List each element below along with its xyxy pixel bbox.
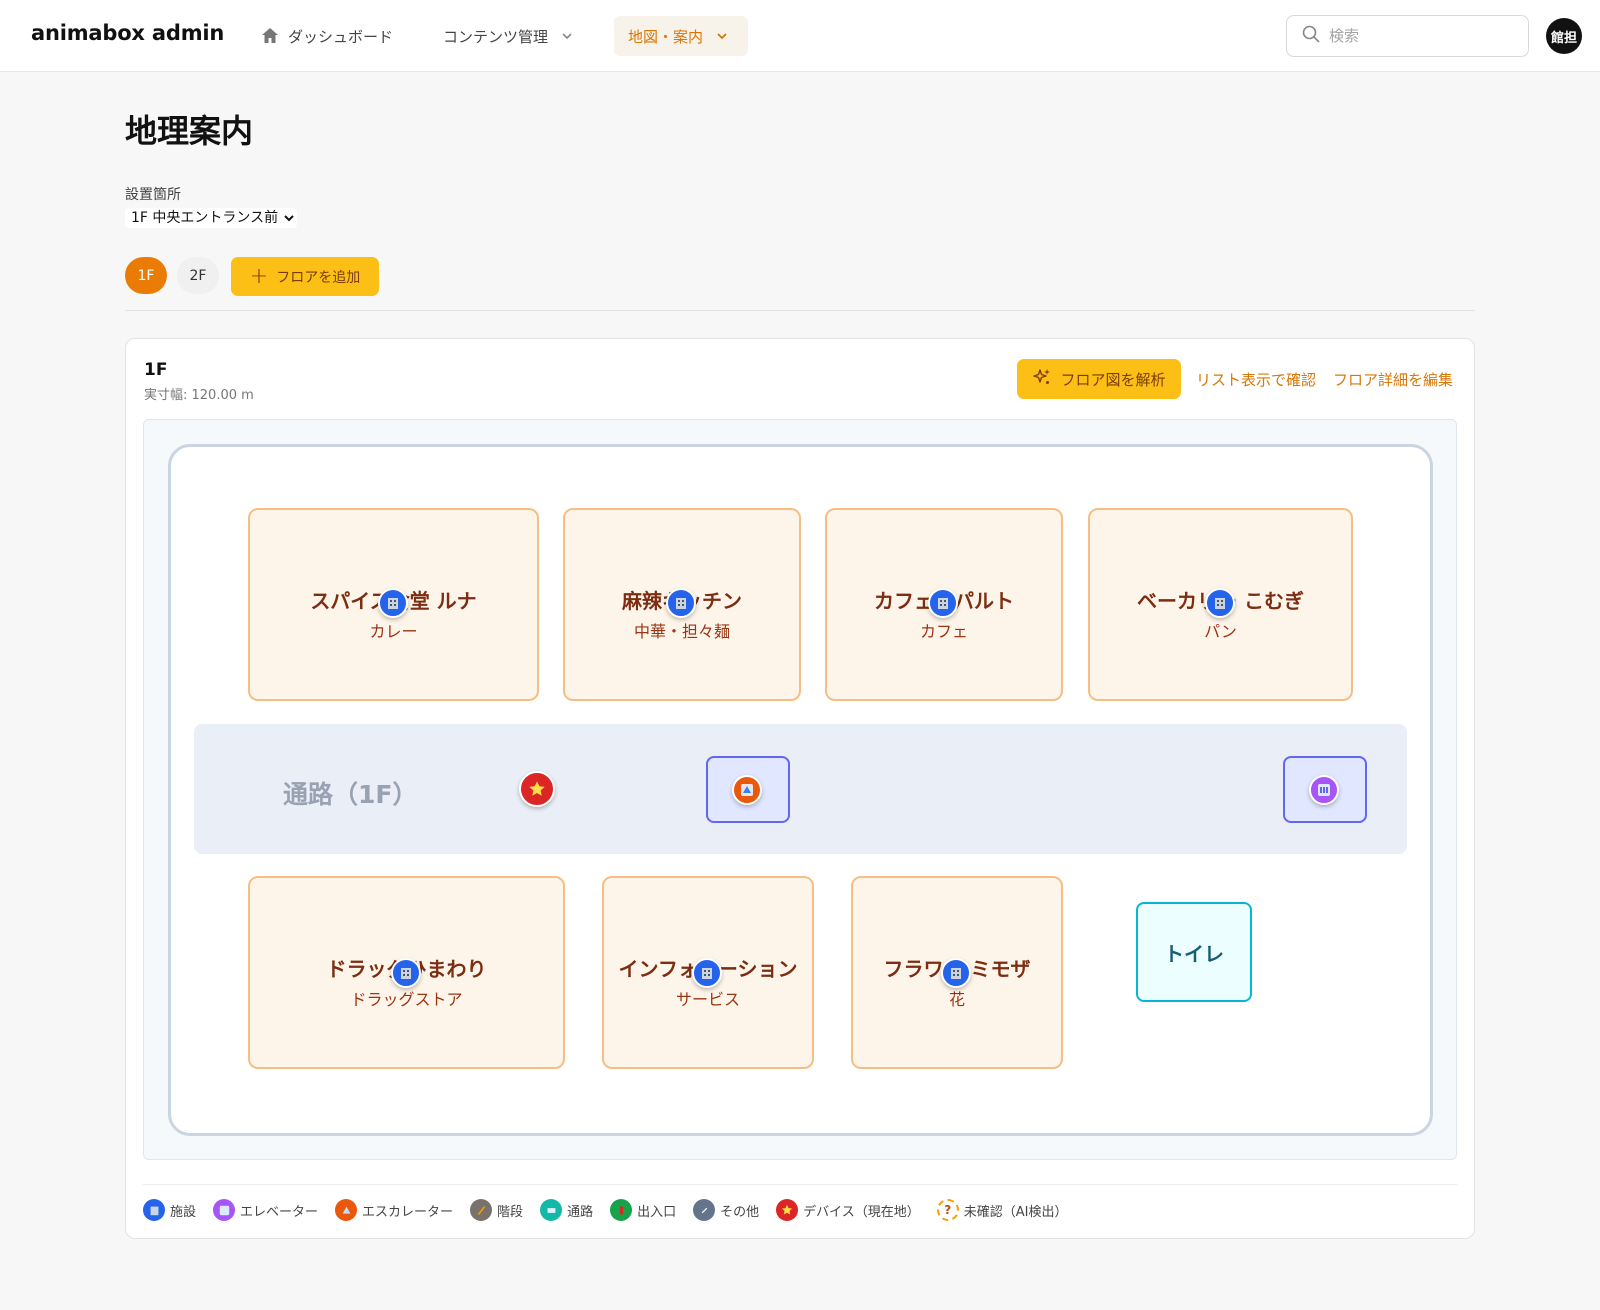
building-icon <box>938 598 948 609</box>
floor-width-text: 実寸幅: 120.00 m <box>144 388 254 403</box>
facility-pin[interactable] <box>692 958 722 988</box>
corridor-label: 通路（1F） <box>283 780 418 809</box>
add-floor-button[interactable]: + フロアを追加 <box>231 257 379 296</box>
store-category: パン <box>1204 622 1237 641</box>
page-title: 地理案内 <box>125 112 254 150</box>
question-icon: ? <box>936 1199 959 1221</box>
location-select[interactable]: 1F 中央エントランス前 <box>125 208 297 228</box>
floor-card-title: 1F <box>144 360 168 380</box>
escalator-pin[interactable] <box>732 775 762 805</box>
legend-label: エレベーター <box>240 1204 319 1220</box>
analyze-floor-label: フロア図を解析 <box>1060 370 1166 389</box>
divider <box>125 310 1475 311</box>
nav-dashboard-label: ダッシュボード <box>288 27 394 46</box>
legend-unconfirmed: ? 未確認（AI検出） <box>936 1199 1068 1221</box>
toilet-area[interactable]: トイレ <box>1136 902 1252 1002</box>
chevron-down-icon <box>560 29 574 43</box>
chevron-down-icon <box>715 29 729 43</box>
legend-label: デバイス（現在地） <box>803 1204 920 1220</box>
store-category: 花 <box>948 990 965 1009</box>
edit-floor-link[interactable]: フロア詳細を編集 <box>1333 369 1453 390</box>
facility-pin[interactable] <box>666 588 696 618</box>
nav-dashboard[interactable]: ダッシュボード <box>260 16 393 56</box>
passage-icon <box>540 1199 563 1221</box>
legend-stairs: 階段 <box>470 1199 523 1221</box>
nav-map-label: 地図・案内 <box>628 27 704 46</box>
building-icon <box>702 968 712 979</box>
top-navbar: animabox admin ダッシュボード コンテンツ管理 地図・案内 館担 <box>0 0 1600 72</box>
legend-elevator: エレベーター <box>213 1199 318 1221</box>
legend-escalator: エスカレーター <box>335 1199 453 1221</box>
legend-entrance: 出入口 <box>610 1199 676 1221</box>
star-icon <box>529 781 545 796</box>
escalator-icon <box>741 784 753 796</box>
analyze-floor-button[interactable]: フロア図を解析 <box>1017 359 1181 399</box>
store-category: カレー <box>369 622 418 641</box>
legend-label: 未確認（AI検出） <box>963 1204 1068 1220</box>
legend-facility: 施設 <box>143 1199 196 1221</box>
link-icon <box>693 1199 716 1221</box>
building-icon <box>388 598 398 609</box>
escalator-icon <box>335 1199 358 1221</box>
facility-pin[interactable] <box>1205 588 1235 618</box>
floor-tab-2f[interactable]: 2F <box>177 257 219 294</box>
facility-pin[interactable] <box>391 958 421 988</box>
elevator-pin[interactable] <box>1309 775 1339 805</box>
sparkle-icon <box>1032 367 1060 391</box>
list-view-link[interactable]: リスト表示で確認 <box>1196 369 1316 390</box>
building-icon <box>1215 598 1225 609</box>
search-input[interactable] <box>1329 27 1509 45</box>
legend-other: その他 <box>693 1199 759 1221</box>
search-box[interactable] <box>1286 15 1529 57</box>
nav-content-label: コンテンツ管理 <box>443 27 549 46</box>
legend-label: 階段 <box>497 1204 524 1220</box>
star-icon <box>776 1199 799 1221</box>
user-avatar[interactable]: 館担 <box>1546 18 1582 54</box>
store-category: サービス <box>675 990 740 1009</box>
plus-icon: + <box>249 263 269 289</box>
current-location-pin[interactable] <box>519 771 555 807</box>
nav-content-management[interactable]: コンテンツ管理 <box>443 16 574 56</box>
legend-device: デバイス（現在地） <box>776 1199 920 1221</box>
store-category: 中華・担々麺 <box>633 622 730 641</box>
legend-label: その他 <box>720 1204 760 1220</box>
building-icon <box>676 598 686 609</box>
legend-label: 出入口 <box>637 1204 677 1220</box>
store-category: カフェ <box>919 622 968 641</box>
map-legend: 施設 エレベーター エスカレーター 階段 通路 出入口 その他 デバイス（現在地… <box>143 1198 1084 1222</box>
nav-map-guide[interactable]: 地図・案内 <box>614 16 748 56</box>
home-icon <box>260 26 280 46</box>
facility-pin[interactable] <box>378 588 408 618</box>
legend-divider <box>143 1184 1457 1185</box>
legend-label: エスカレーター <box>362 1204 454 1220</box>
building-icon <box>143 1199 165 1221</box>
legend-label: 通路 <box>567 1204 594 1220</box>
stairs-icon <box>470 1199 493 1221</box>
legend-passage: 通路 <box>540 1199 593 1221</box>
search-icon <box>1301 24 1321 48</box>
floor-tab-1f[interactable]: 1F <box>125 257 167 294</box>
brand-logo[interactable]: animabox admin <box>31 21 224 45</box>
add-floor-label: フロアを追加 <box>276 269 361 286</box>
elevator-icon <box>213 1199 236 1221</box>
building-icon <box>951 968 961 979</box>
building-icon <box>401 968 411 979</box>
door-icon <box>610 1199 633 1221</box>
legend-label: 施設 <box>170 1204 197 1220</box>
elevator-icon <box>1318 784 1330 796</box>
store-category: ドラッグストア <box>350 990 463 1009</box>
location-label: 設置箇所 <box>125 187 181 203</box>
facility-pin[interactable] <box>941 958 971 988</box>
facility-pin[interactable] <box>928 588 958 618</box>
